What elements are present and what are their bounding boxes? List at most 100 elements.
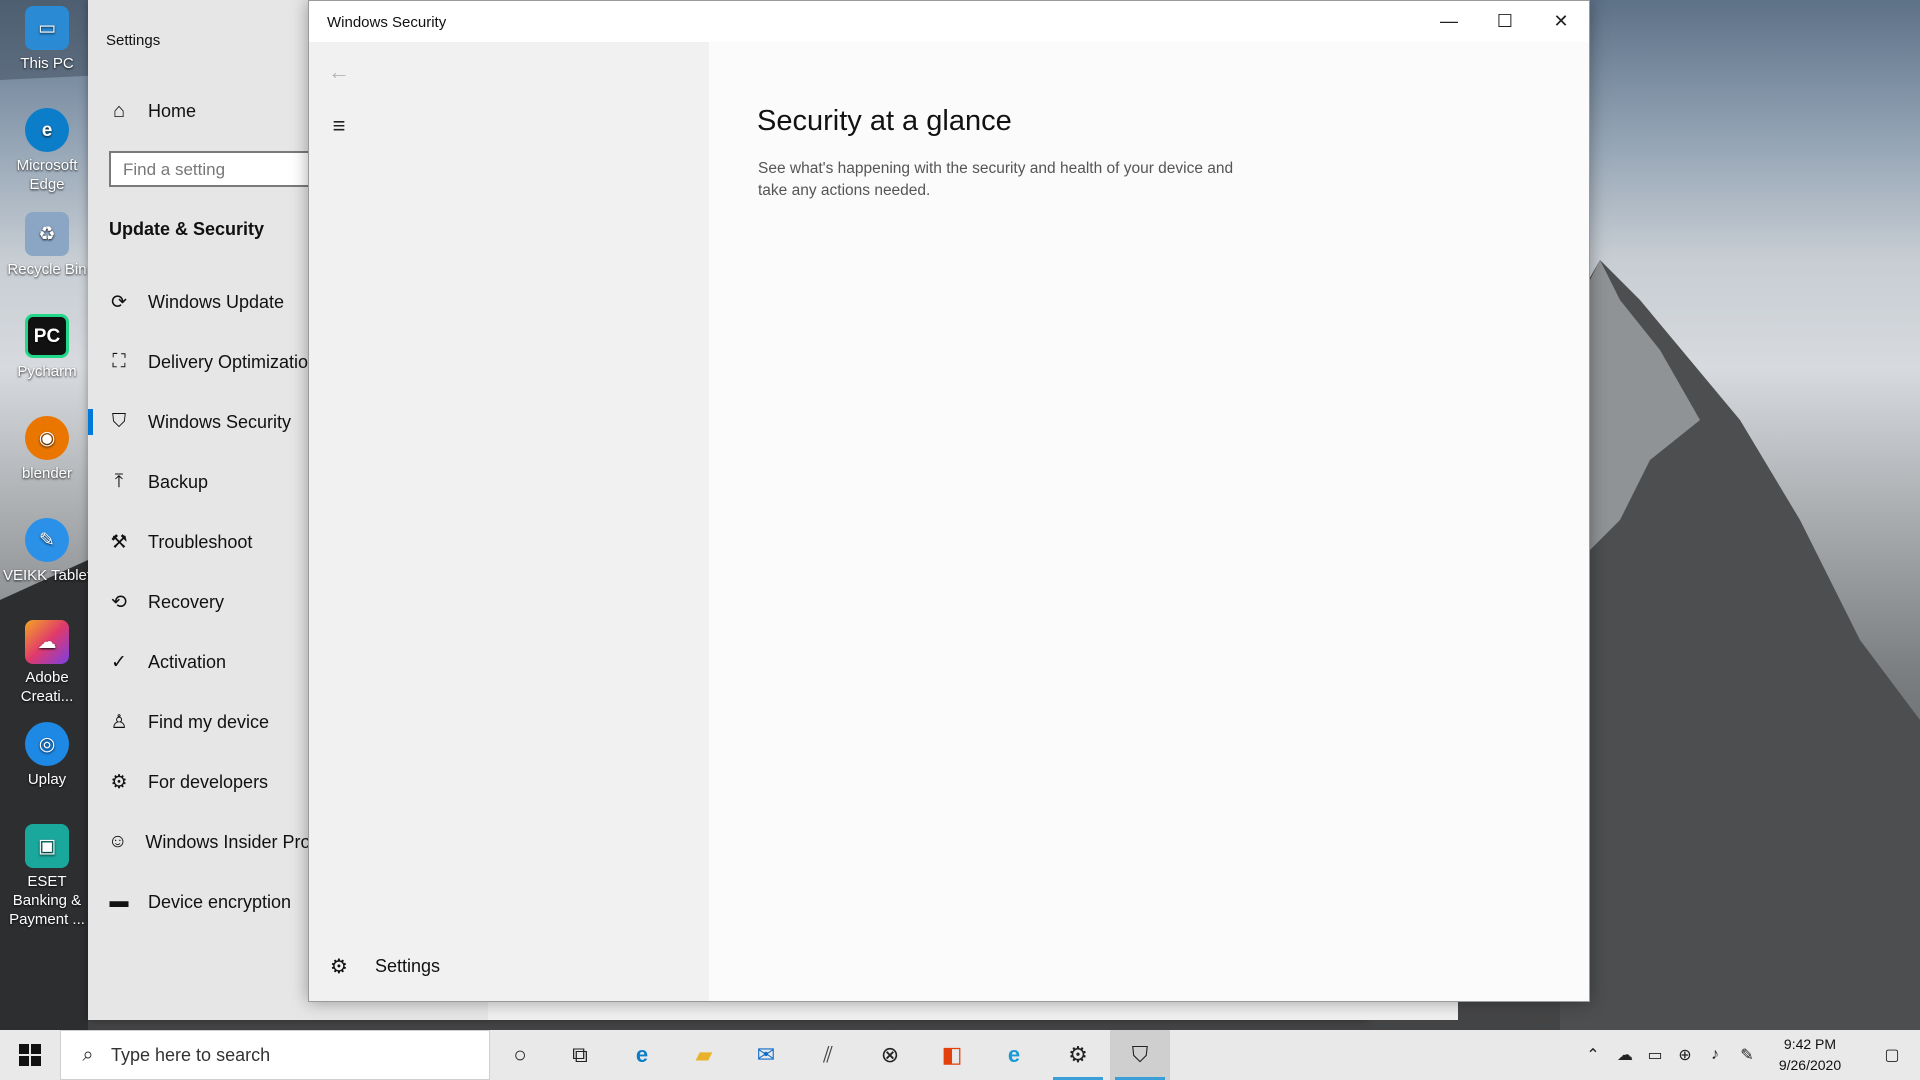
- this-pc-icon: ▭: [25, 6, 69, 50]
- settings-home-link[interactable]: ⌂ Home: [108, 100, 196, 123]
- tray-volume[interactable]: ♪: [1700, 1030, 1730, 1080]
- settings-nav-windows-update[interactable]: ⟳ Windows Update: [88, 278, 328, 326]
- desktop-icon-this-pc[interactable]: ▭ This PC: [0, 6, 94, 73]
- security-sidebar: ← ≡ ⚙ Settings: [309, 42, 709, 1001]
- page-description: See what's happening with the security a…: [758, 160, 1234, 199]
- tray-show-hidden-button[interactable]: ⌃: [1578, 1030, 1608, 1080]
- settings-nav-troubleshoot[interactable]: ⚒ Troubleshoot: [88, 518, 328, 566]
- edge-icon: e: [25, 108, 69, 152]
- hamburger-icon: ≡: [332, 113, 346, 138]
- page-title: Security at a glance: [757, 105, 1012, 137]
- desktop-icon-microsoft-edge[interactable]: e Microsoft Edge: [0, 108, 94, 194]
- insider-cat-icon: ☺: [108, 831, 128, 852]
- recycle-bin-icon: ♻: [25, 212, 69, 256]
- backup-arrow-icon: ⤒: [114, 471, 124, 492]
- taskbar-file-explorer[interactable]: ▰: [674, 1030, 734, 1080]
- file-explorer-icon: ▰: [695, 1042, 713, 1067]
- cortana-button[interactable]: ○: [490, 1030, 550, 1080]
- pen-icon: ✎: [1740, 1047, 1754, 1064]
- shield-icon: ⛉: [111, 411, 127, 432]
- windows-security-icon: ⛉: [1131, 1042, 1149, 1067]
- settings-window-title: Settings: [106, 32, 161, 49]
- security-title-bar[interactable]: Windows Security — ☐ ✕: [309, 1, 1589, 42]
- windows-logo-icon: [19, 1044, 41, 1066]
- taskbar-windows-security[interactable]: ⛉: [1110, 1030, 1170, 1080]
- desktop-icon-veikk-tablet[interactable]: ✎ VEIKK Tablet: [0, 518, 94, 585]
- person-pin-icon: ♙: [110, 711, 128, 733]
- settings-nav-find-my-device[interactable]: ♙ Find my device: [88, 698, 328, 746]
- blender-icon: ◉: [25, 416, 69, 460]
- task-view-button[interactable]: ⧉: [550, 1030, 610, 1080]
- globe-network-icon: ⊕: [1678, 1047, 1692, 1064]
- taskbar: ⌕ Type here to search ○ ⧉ e ▰ ✉ ⫽ ⊗ ◧ e …: [0, 1030, 1920, 1080]
- close-icon: ✕: [1553, 11, 1569, 31]
- pycharm-icon: PC: [25, 314, 69, 358]
- taskbar-search-box[interactable]: ⌕ Type here to search: [60, 1030, 490, 1080]
- close-button[interactable]: ✕: [1533, 1, 1589, 42]
- settings-nav-windows-insider[interactable]: ☺ Windows Insider Program: [88, 818, 351, 866]
- desktop-icon-adobe-creative-cloud[interactable]: ☁ Adobe Creati...: [0, 620, 94, 706]
- taskbar-edge-beta[interactable]: e: [984, 1030, 1044, 1080]
- settings-nav-delivery-optimization[interactable]: ⛶ Delivery Optimization: [88, 338, 328, 386]
- tray-network[interactable]: ⊕: [1670, 1030, 1700, 1080]
- taskbar-search-placeholder: Type here to search: [111, 1044, 271, 1065]
- taskbar-settings[interactable]: ⚙: [1048, 1030, 1108, 1080]
- settings-nav-recovery[interactable]: ⟲ Recovery: [88, 578, 328, 626]
- minimize-icon: —: [1440, 11, 1458, 31]
- task-view-icon: ⧉: [572, 1042, 588, 1067]
- mail-icon: ✉: [756, 1042, 776, 1067]
- tray-battery[interactable]: ▭: [1640, 1030, 1670, 1080]
- settings-nav-for-developers[interactable]: ⚙ For developers: [88, 758, 328, 806]
- taskbar-edge[interactable]: e: [612, 1030, 672, 1080]
- settings-nav-windows-security[interactable]: ⛉ Windows Security: [88, 398, 328, 446]
- desktop-icon-blender[interactable]: ◉ blender: [0, 416, 94, 483]
- settings-section-title: Update & Security: [109, 219, 265, 239]
- wrench-icon: ⚒: [110, 531, 128, 553]
- start-button[interactable]: [0, 1030, 60, 1080]
- security-settings-link[interactable]: ⚙ Settings: [319, 946, 440, 986]
- settings-nav-device-encryption[interactable]: ▬ Device encryption: [88, 878, 328, 926]
- sync-icon: ⟳: [111, 291, 127, 313]
- tray-pen-workspace[interactable]: ✎: [1732, 1030, 1762, 1080]
- settings-nav-backup[interactable]: ⤒ Backup: [88, 458, 328, 506]
- uplay-icon: ◎: [25, 722, 69, 766]
- chevron-up-icon: ⌃: [1586, 1047, 1600, 1064]
- action-center-button[interactable]: ▢: [1864, 1030, 1920, 1080]
- settings-gear-icon: ⚙: [1068, 1042, 1088, 1067]
- adobe-creative-cloud-icon: ☁: [25, 620, 69, 664]
- settings-nav-activation[interactable]: ✓ Activation: [88, 638, 328, 686]
- minimize-button[interactable]: —: [1421, 1, 1477, 42]
- tray-onedrive[interactable]: ☁: [1610, 1030, 1640, 1080]
- back-arrow-icon: ←: [328, 59, 350, 84]
- delivery-optimization-icon: ⛶: [112, 351, 126, 372]
- taskbar-pen-app[interactable]: ⫽: [798, 1030, 858, 1080]
- desktop-icon-pycharm[interactable]: PC Pycharm: [0, 314, 94, 381]
- settings-window-bottom-strip: [488, 1000, 1458, 1020]
- cortana-icon: ○: [513, 1042, 527, 1067]
- pen-app-icon: ⫽: [823, 1042, 833, 1067]
- encryption-icon: ▬: [109, 891, 129, 912]
- maximize-button[interactable]: ☐: [1477, 1, 1533, 42]
- clock-time: 9:42 PM: [1783, 1036, 1837, 1052]
- security-window-title: Windows Security: [327, 14, 447, 31]
- cloud-sync-icon: ☁: [1617, 1047, 1633, 1064]
- taskbar-mail[interactable]: ✉: [736, 1030, 796, 1080]
- back-button[interactable]: ←: [319, 52, 359, 92]
- taskbar-xbox[interactable]: ⊗: [860, 1030, 920, 1080]
- settings-home-label: Home: [148, 101, 197, 121]
- office-icon: ◧: [941, 1042, 963, 1067]
- windows-security-window: Windows Security — ☐ ✕ ← ≡ ⚙ Settings Se…: [308, 0, 1590, 1002]
- gear-icon: ⚙: [330, 955, 348, 978]
- desktop-icon-recycle-bin[interactable]: ♻ Recycle Bin: [0, 212, 94, 279]
- taskbar-clock[interactable]: 9:42 PM 9/26/2020: [1760, 1034, 1860, 1076]
- hamburger-menu-button[interactable]: ≡: [319, 106, 359, 146]
- edge-beta-icon: e: [1007, 1042, 1021, 1067]
- desktop-icon-eset[interactable]: ▣ ESET Banking & Payment ...: [0, 824, 94, 929]
- security-settings-label: Settings: [375, 955, 441, 976]
- taskbar-office[interactable]: ◧: [922, 1030, 982, 1080]
- desktop-icon-uplay[interactable]: ◎ Uplay: [0, 722, 94, 789]
- recovery-icon: ⟲: [111, 591, 127, 613]
- home-icon: ⌂: [112, 100, 126, 122]
- clock-date: 9/26/2020: [1778, 1057, 1842, 1073]
- battery-icon: ▭: [1647, 1047, 1663, 1064]
